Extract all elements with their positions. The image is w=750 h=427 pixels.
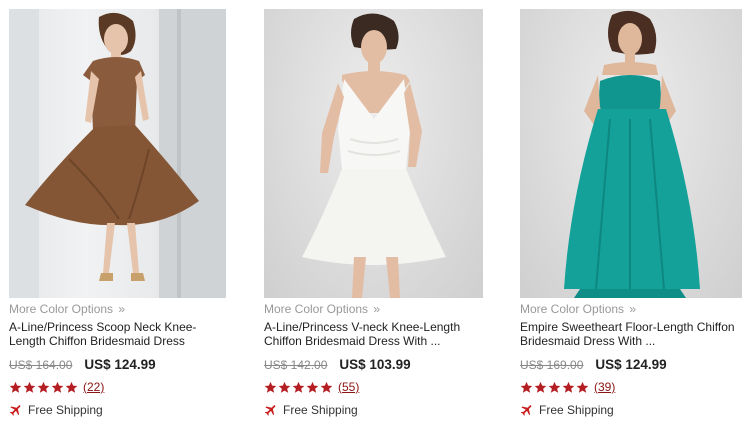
price-row: US$ 142.00 US$ 103.99 bbox=[264, 357, 483, 374]
review-count-link[interactable]: (39) bbox=[594, 380, 615, 394]
product-card: More Color Options » A-Line/Princess Sco… bbox=[9, 9, 226, 418]
star-icon bbox=[264, 381, 277, 393]
more-color-options-link[interactable]: More Color Options » bbox=[9, 302, 226, 317]
rating-row: (22) bbox=[9, 380, 226, 394]
shipping-row: Free Shipping bbox=[9, 402, 226, 418]
star-icon bbox=[292, 381, 305, 393]
price-row: US$ 164.00 US$ 124.99 bbox=[9, 357, 226, 374]
more-color-options-link[interactable]: More Color Options » bbox=[520, 302, 742, 317]
brown-dress-model-photo bbox=[9, 9, 226, 298]
product-title[interactable]: Empire Sweetheart Floor-Length Chiffon B… bbox=[520, 320, 742, 348]
product-title[interactable]: A-Line/Princess V-neck Knee-Length Chiff… bbox=[264, 320, 483, 348]
star-rating bbox=[520, 381, 590, 394]
price-row: US$ 169.00 US$ 124.99 bbox=[520, 357, 742, 374]
star-icon bbox=[562, 381, 575, 393]
chevron-right-icon: » bbox=[629, 302, 637, 316]
shipping-row: Free Shipping bbox=[264, 402, 483, 418]
sale-price: US$ 124.99 bbox=[595, 357, 667, 372]
more-color-options-label: More Color Options bbox=[9, 302, 114, 316]
chevron-right-icon: » bbox=[118, 302, 126, 316]
more-color-options-label: More Color Options bbox=[520, 302, 625, 316]
star-icon bbox=[548, 381, 561, 393]
rating-row: (55) bbox=[264, 380, 483, 394]
airplane-icon bbox=[9, 403, 23, 417]
product-card: More Color Options » Empire Sweetheart F… bbox=[520, 9, 742, 418]
star-icon bbox=[320, 381, 333, 393]
free-shipping-label: Free Shipping bbox=[283, 403, 358, 417]
airplane-icon bbox=[264, 403, 278, 417]
rating-row: (39) bbox=[520, 380, 742, 394]
star-icon bbox=[23, 381, 36, 393]
product-image[interactable] bbox=[264, 9, 483, 298]
product-image[interactable] bbox=[9, 9, 226, 298]
star-rating bbox=[264, 381, 334, 394]
star-icon bbox=[37, 381, 50, 393]
review-count-link[interactable]: (55) bbox=[338, 380, 359, 394]
star-icon bbox=[534, 381, 547, 393]
product-card: More Color Options » A-Line/Princess V-n… bbox=[264, 9, 483, 418]
white-dress-model-photo bbox=[302, 13, 446, 298]
star-icon bbox=[520, 381, 533, 393]
more-color-options-label: More Color Options bbox=[264, 302, 369, 316]
product-image[interactable] bbox=[520, 9, 742, 298]
free-shipping-label: Free Shipping bbox=[539, 403, 614, 417]
review-count-link[interactable]: (22) bbox=[83, 380, 104, 394]
sale-price: US$ 103.99 bbox=[339, 357, 411, 372]
free-shipping-label: Free Shipping bbox=[28, 403, 103, 417]
teal-dress-model-photo bbox=[564, 10, 700, 298]
product-title[interactable]: A-Line/Princess Scoop Neck Knee-Length C… bbox=[9, 320, 226, 348]
more-color-options-link[interactable]: More Color Options » bbox=[264, 302, 483, 317]
original-price: US$ 142.00 bbox=[264, 358, 328, 372]
star-icon bbox=[306, 381, 319, 393]
chevron-right-icon: » bbox=[373, 302, 381, 316]
star-icon bbox=[576, 381, 589, 393]
star-icon bbox=[51, 381, 64, 393]
star-icon bbox=[65, 381, 78, 393]
shipping-row: Free Shipping bbox=[520, 402, 742, 418]
original-price: US$ 169.00 bbox=[520, 358, 584, 372]
star-rating bbox=[9, 381, 79, 394]
original-price: US$ 164.00 bbox=[9, 358, 73, 372]
sale-price: US$ 124.99 bbox=[84, 357, 156, 372]
star-icon bbox=[9, 381, 22, 393]
airplane-icon bbox=[520, 403, 534, 417]
star-icon bbox=[278, 381, 291, 393]
